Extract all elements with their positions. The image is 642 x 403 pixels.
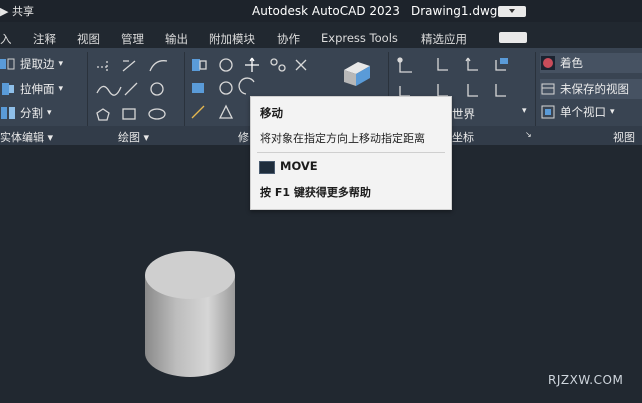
tooltip-title: 移动 — [260, 106, 283, 120]
panel-separator — [184, 52, 185, 128]
extract-edges-icon — [0, 58, 15, 70]
viewport-config-button[interactable]: 单个视口 ▾ — [540, 104, 615, 120]
move-command-tooltip: 移动 将对象在指定方向上移动指定距离 MOVE 按 F1 键获得更多帮助 — [250, 96, 452, 210]
separate-icon — [1, 107, 15, 119]
tab-annotate[interactable]: 注释 — [33, 31, 56, 47]
tab-output[interactable]: 输出 — [165, 31, 188, 47]
document-title: Drawing1.dwg — [411, 4, 498, 18]
ribbon-tab-bar: 入 注释 视图 管理 输出 附加模块 协作 Express Tools 精选应用 — [0, 26, 642, 48]
panel-title-solid-editing[interactable]: 实体编辑 ▾ — [0, 129, 53, 145]
tooltip-command: MOVE — [280, 159, 318, 173]
shaded-style-icon — [541, 56, 555, 70]
section-plane-button[interactable] — [340, 56, 374, 90]
watermark: RJZXW.COM — [548, 373, 624, 387]
panel-title-view[interactable]: 视图 — [613, 129, 635, 145]
tab-express-tools[interactable]: Express Tools — [321, 31, 398, 45]
title-bar: ▶ 共享 Autodesk AutoCAD 2023 Drawing1.dwg — [0, 0, 642, 22]
tooltip-divider — [257, 152, 445, 153]
panel-title-modify[interactable]: 修 — [238, 129, 249, 145]
app-title: Autodesk AutoCAD 2023 — [252, 4, 400, 18]
extrude-faces-button[interactable]: 拉伸面 ▾ — [0, 81, 63, 97]
visual-style-dropdown[interactable]: 着色 — [540, 53, 642, 73]
tab-insert[interactable]: 入 — [0, 31, 12, 47]
views-icon — [541, 83, 555, 95]
chevron-down-icon: ▾ — [522, 106, 527, 116]
tooltip-description: 将对象在指定方向上移动指定距离 — [260, 132, 425, 145]
workspace-dropdown[interactable] — [498, 6, 526, 17]
panel-separator — [87, 52, 88, 128]
command-line-icon — [259, 161, 275, 174]
panel-separator — [535, 52, 536, 128]
share-icon: ▶ — [0, 5, 12, 18]
ucs-dropdown[interactable]: 世界 ▾ — [450, 106, 532, 122]
tab-addins[interactable]: 附加模块 — [209, 31, 255, 47]
share-button[interactable]: ▶ 共享 — [0, 3, 34, 19]
extract-edges-button[interactable]: 提取边 ▾ — [0, 56, 63, 72]
extrude-faces-icon — [2, 83, 14, 95]
tab-featured-apps[interactable]: 精选应用 — [421, 31, 467, 47]
tooltip-help-hint: 按 F1 键获得更多帮助 — [260, 186, 371, 199]
panel-title-coordinates[interactable]: 坐标 — [452, 129, 474, 145]
section-plane-icon — [344, 62, 370, 86]
panel-launcher-icon[interactable]: ↘ — [525, 130, 532, 139]
saved-views-dropdown[interactable]: 未保存的视图 — [540, 79, 642, 99]
draw-tools — [96, 60, 168, 121]
separate-button[interactable]: 分割 ▾ — [0, 105, 52, 121]
cylinder-object[interactable] — [140, 245, 240, 385]
tab-options-button[interactable] — [499, 32, 527, 43]
tab-collaborate[interactable]: 协作 — [277, 31, 300, 47]
tab-view[interactable]: 视图 — [77, 31, 100, 47]
panel-title-draw[interactable]: 绘图 ▾ — [118, 129, 149, 145]
viewport-icon — [541, 105, 555, 119]
tab-manage[interactable]: 管理 — [121, 31, 144, 47]
